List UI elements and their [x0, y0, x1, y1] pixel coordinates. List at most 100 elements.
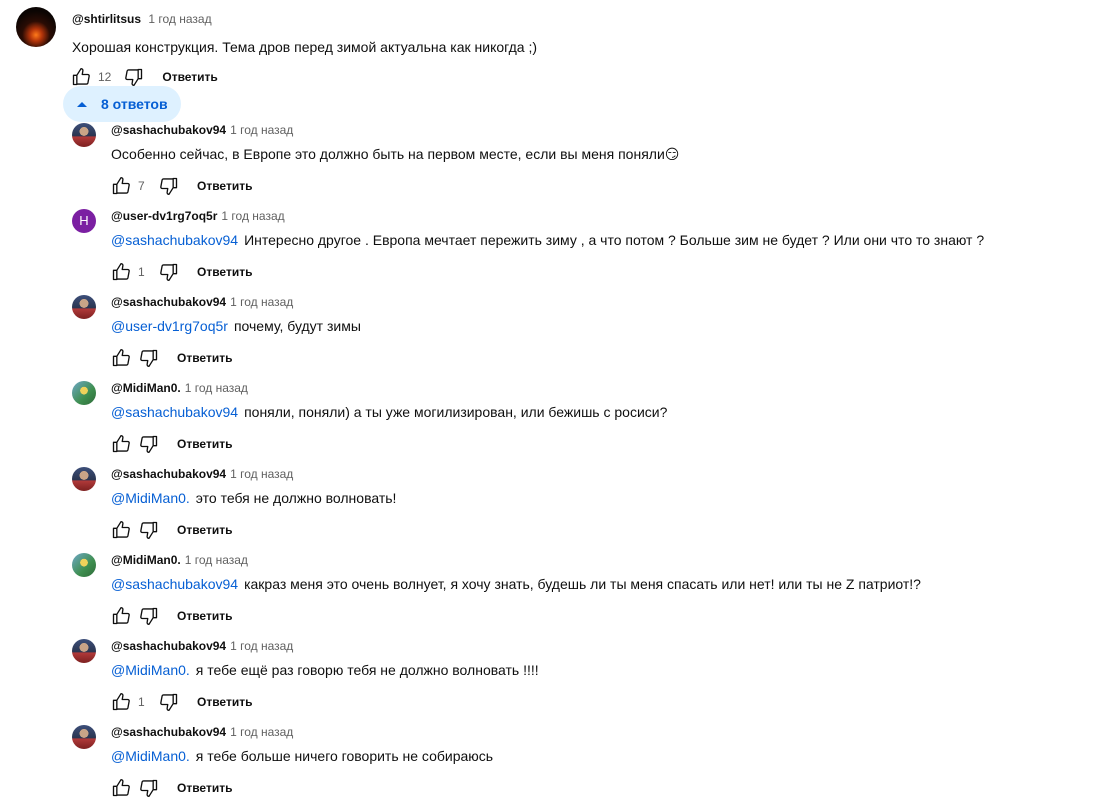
comment-actions: 7 Ответить — [109, 174, 252, 198]
comment-time[interactable]: 1 год назад — [230, 725, 293, 739]
thumb-down-icon — [140, 607, 158, 625]
comment-body: почему, будут зимы — [233, 318, 361, 334]
reply-comment: @sashachubakov94 1 год назад Особенно сейч… — [0, 123, 1097, 209]
comment-author[interactable]: @MidiMan0. — [111, 381, 181, 395]
mention-link[interactable]: @MidiMan0. — [111, 490, 190, 506]
mention-link[interactable]: @MidiMan0. — [111, 662, 190, 678]
avatar[interactable] — [72, 295, 96, 319]
comment-time[interactable]: 1 год назад — [185, 553, 248, 567]
like-count: 1 — [138, 265, 145, 279]
reply-comment: @MidiMan0. 1 год назад @sashachubakov94 пон… — [0, 381, 1097, 467]
reply-comment: @sashachubakov94 1 год назад @user-dv1rg7o… — [0, 295, 1097, 381]
comment-author[interactable]: @shtirlitsus — [72, 12, 141, 26]
thumb-up-icon — [112, 779, 130, 797]
comment-text: @MidiMan0. это тебя не должно волновать! — [111, 490, 396, 506]
like-count: 1 — [138, 695, 145, 709]
avatar-letter: Н — [79, 213, 89, 228]
like-button[interactable] — [109, 346, 133, 370]
comment-time[interactable]: 1 год назад — [185, 381, 248, 395]
dislike-button[interactable] — [137, 518, 161, 542]
dislike-button[interactable] — [137, 776, 161, 800]
comment-author[interactable]: @MidiMan0. — [111, 553, 181, 567]
comment-body: поняли, поняли) а ты уже могилизирован, … — [244, 404, 668, 420]
thumb-down-icon — [160, 693, 178, 711]
comment-time[interactable]: 1 год назад — [230, 295, 293, 309]
like-button[interactable] — [109, 432, 133, 456]
mention-link[interactable]: @sashachubakov94 — [111, 576, 238, 592]
reply-button[interactable]: Ответить — [177, 351, 232, 365]
like-button[interactable] — [109, 174, 133, 198]
reply-button[interactable]: Ответить — [197, 695, 252, 709]
replies-toggle-button[interactable]: 8 ответов — [63, 86, 181, 122]
comment-author[interactable]: @sashachubakov94 — [111, 725, 226, 739]
replies-toggle-label: 8 ответов — [101, 96, 168, 112]
comment-time[interactable]: 1 год назад — [230, 123, 293, 137]
comment-author[interactable]: @sashachubakov94 — [111, 123, 226, 137]
avatar[interactable] — [72, 381, 96, 405]
thumb-up-icon — [112, 693, 130, 711]
thumb-up-icon — [112, 607, 130, 625]
like-button[interactable] — [109, 690, 133, 714]
dislike-button[interactable] — [157, 174, 181, 198]
reply-button[interactable]: Ответить — [162, 70, 217, 84]
comment-author[interactable]: @sashachubakov94 — [111, 295, 226, 309]
comment-actions: Ответить — [109, 518, 232, 542]
comment-time[interactable]: 1 год назад — [230, 467, 293, 481]
reply-button[interactable]: Ответить — [177, 523, 232, 537]
like-button[interactable] — [109, 518, 133, 542]
dislike-button[interactable] — [157, 260, 181, 284]
thumb-up-icon — [72, 68, 90, 86]
avatar[interactable] — [72, 639, 96, 663]
comment-author[interactable]: @sashachubakov94 — [111, 467, 226, 481]
mention-link[interactable]: @user-dv1rg7oq5r — [111, 318, 228, 334]
mention-link[interactable]: @sashachubakov94 — [111, 232, 238, 248]
reply-comment: @sashachubakov94 1 год назад @MidiMan0. я т… — [0, 725, 1097, 811]
reply-button[interactable]: Ответить — [177, 781, 232, 795]
comment-text: @MidiMan0. я тебе ещё раз говорю тебя не … — [111, 662, 539, 678]
top-comment: @shtirlitsus 1 год назад Хорошая констру… — [0, 7, 1097, 93]
reply-comment: @sashachubakov94 1 год назад @MidiMan0. это… — [0, 467, 1097, 553]
like-button[interactable] — [109, 776, 133, 800]
comment-author[interactable]: @user-dv1rg7oq5r — [111, 209, 217, 223]
comment-time[interactable]: 1 год назад — [148, 12, 211, 26]
comment-header: @user-dv1rg7oq5r 1 год назад — [111, 209, 285, 223]
reply-button[interactable]: Ответить — [197, 179, 252, 193]
avatar[interactable] — [72, 725, 96, 749]
comment-header: @sashachubakov94 1 год назад — [111, 123, 293, 137]
comment-body: я тебе больше ничего говорить не собираю… — [195, 748, 494, 764]
thumb-up-icon — [112, 177, 130, 195]
comment-header: @sashachubakov94 1 год назад — [111, 639, 293, 653]
avatar[interactable] — [16, 7, 56, 47]
dislike-button[interactable] — [137, 432, 161, 456]
mention-link[interactable]: @MidiMan0. — [111, 748, 190, 764]
comment-body: Интересно другое . Европа мечтает пережи… — [244, 232, 985, 248]
like-button[interactable] — [109, 604, 133, 628]
avatar[interactable] — [72, 467, 96, 491]
comment-time[interactable]: 1 год назад — [230, 639, 293, 653]
reply-button[interactable]: Ответить — [197, 265, 252, 279]
reply-comment: @sashachubakov94 1 год назад @MidiMan0. я т… — [0, 639, 1097, 725]
comment-header: @MidiMan0. 1 год назад — [111, 381, 248, 395]
comment-body: какраз меня это очень волнует, я хочу зн… — [244, 576, 921, 592]
dislike-button[interactable] — [137, 604, 161, 628]
mention-link[interactable]: @sashachubakov94 — [111, 404, 238, 420]
thumb-up-icon — [112, 521, 130, 539]
comment-time[interactable]: 1 год назад — [221, 209, 284, 223]
comment-header: @MidiMan0. 1 год назад — [111, 553, 248, 567]
avatar[interactable]: Н — [72, 209, 96, 233]
avatar[interactable] — [72, 123, 96, 147]
avatar[interactable] — [72, 553, 96, 577]
dislike-button[interactable] — [137, 346, 161, 370]
comment-actions: Ответить — [109, 346, 232, 370]
comment-author[interactable]: @sashachubakov94 — [111, 639, 226, 653]
reply-button[interactable]: Ответить — [177, 437, 232, 451]
like-button[interactable] — [109, 260, 133, 284]
comment-header: @shtirlitsus 1 год назад — [72, 12, 212, 26]
dislike-button[interactable] — [157, 690, 181, 714]
comment-actions: Ответить — [109, 432, 232, 456]
thumb-up-icon — [112, 349, 130, 367]
comment-body: это тебя не должно волновать! — [195, 490, 397, 506]
reply-button[interactable]: Ответить — [177, 609, 232, 623]
thumb-down-icon — [140, 779, 158, 797]
comment-text: Хорошая конструкция. Тема дров перед зим… — [72, 39, 538, 55]
